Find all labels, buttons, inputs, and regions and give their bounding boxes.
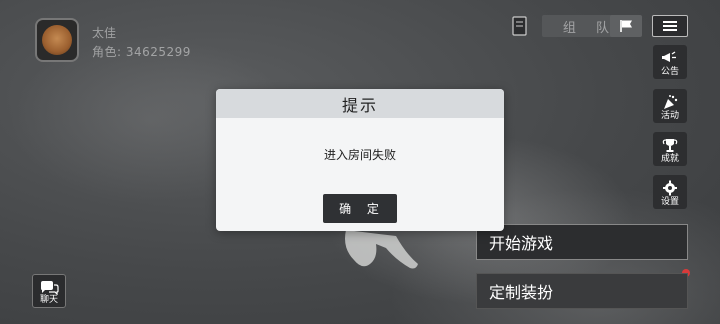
chat-bubble-icon [41, 281, 59, 295]
events-label: 活动 [660, 111, 679, 121]
player-avatar[interactable] [35, 18, 79, 62]
flag-icon [620, 20, 632, 32]
dialog-title: 提示 [216, 89, 504, 118]
poodle-avatar-image [42, 25, 72, 55]
megaphone-icon [662, 51, 676, 62]
flag-button[interactable] [610, 15, 642, 37]
settings-button[interactable]: 设置 [653, 175, 687, 209]
hamburger-menu-icon [663, 21, 677, 31]
chat-label: 聊天 [39, 295, 58, 305]
party-popper-icon [664, 95, 678, 109]
dialog-message: 进入房间失败 [323, 148, 396, 162]
character-figure [345, 230, 418, 269]
player-name: 太佳 [92, 26, 117, 40]
book-icon[interactable] [511, 16, 529, 36]
trophy-icon [662, 139, 678, 152]
menu-button[interactable] [652, 15, 688, 37]
achievements-label: 成就 [660, 154, 679, 164]
start-game-button[interactable]: 开始游戏 [476, 224, 688, 260]
gear-icon [663, 180, 677, 196]
alert-dialog: 提示 进入房间失败 确 定 [216, 89, 504, 231]
player-id: 角色: 34625299 [92, 45, 191, 59]
chat-button[interactable]: 聊天 [32, 274, 66, 308]
events-button[interactable]: 活动 [653, 89, 687, 123]
achievements-button[interactable]: 成就 [653, 132, 687, 166]
settings-label: 设置 [660, 197, 679, 207]
confirm-button[interactable]: 确 定 [323, 194, 397, 223]
announcement-button[interactable]: 公告 [653, 45, 687, 79]
announcement-label: 公告 [660, 67, 679, 77]
customize-outfit-button[interactable]: 定制装扮 [476, 273, 688, 309]
